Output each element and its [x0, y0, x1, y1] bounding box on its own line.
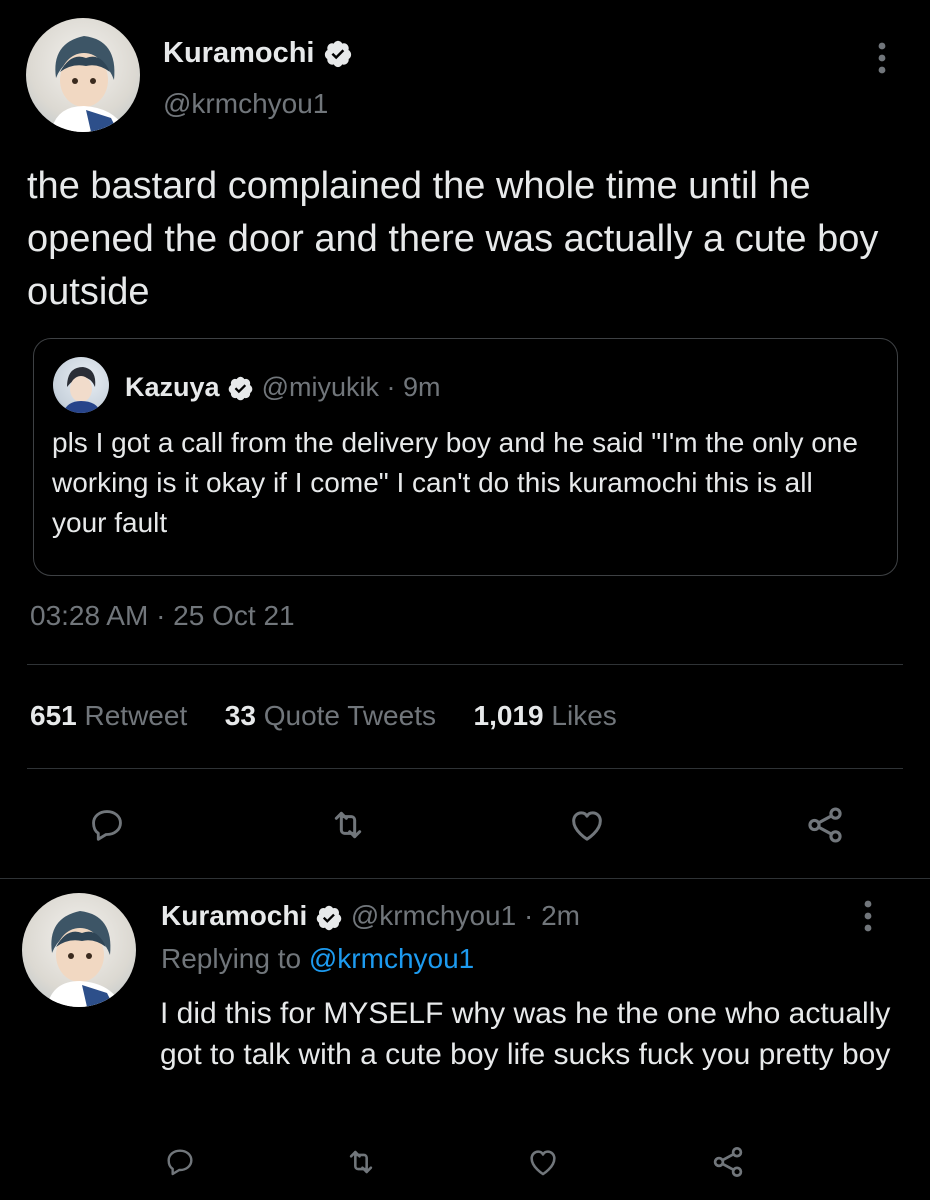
quote-count: 33 [224, 700, 256, 731]
like-label: Likes [551, 700, 617, 731]
retweet-label: Retweet [84, 700, 188, 731]
divider [0, 878, 930, 879]
more-vertical-icon[interactable] [866, 38, 898, 78]
main-tweet-text: the bastard complained the whole time un… [27, 165, 879, 313]
retweet-icon[interactable] [339, 1140, 383, 1184]
retweet-stat[interactable]: 651 Retweet [30, 700, 195, 731]
retweet-icon[interactable] [322, 800, 374, 850]
share-icon[interactable] [800, 800, 850, 850]
quoted-tweet-card[interactable]: Kazuya @miyukik · 9m pls I got a call fr… [33, 338, 898, 576]
divider [27, 664, 903, 665]
verified-badge-icon [228, 377, 253, 401]
quote-stat[interactable]: 33 Quote Tweets [225, 700, 444, 731]
main-tweet-timestamp[interactable]: 03:28 AM · 25 Oct 21 [30, 600, 295, 632]
main-author-row: Kuramochi [163, 34, 353, 72]
reply-author-handle[interactable]: @krmchyou1 [351, 900, 516, 931]
quoted-author-row: Kazuya @miyukik · 9m [125, 369, 441, 405]
quoted-author-name[interactable]: Kazuya [125, 372, 220, 402]
quoted-tweet-text: pls I got a call from the delivery boy a… [52, 427, 858, 538]
verified-badge-icon [316, 905, 342, 930]
main-author-name[interactable]: Kuramochi [163, 37, 314, 69]
reply-author-name[interactable]: Kuramochi [161, 900, 307, 931]
like-stat[interactable]: 1,019 Likes [474, 700, 617, 731]
quoted-author-avatar[interactable] [53, 357, 109, 413]
more-vertical-icon[interactable] [852, 896, 884, 936]
main-author-handle[interactable]: @krmchyou1 [163, 88, 328, 120]
reply-icon[interactable] [158, 1140, 202, 1184]
replying-to-handle[interactable]: @krmchyou1 [309, 943, 474, 974]
reply-author-avatar[interactable] [22, 893, 136, 1007]
main-author-avatar[interactable] [26, 18, 140, 132]
quoted-author-handle[interactable]: @miyukik [262, 372, 379, 402]
reply-tweet-text: I did this for MYSELF why was he the one… [160, 997, 891, 1071]
verified-badge-icon [324, 41, 351, 68]
replying-to-label: Replying to [161, 943, 302, 974]
heart-icon[interactable] [562, 800, 612, 850]
like-count: 1,019 [473, 700, 544, 731]
reply-time: · 2m [523, 900, 580, 931]
retweet-count: 651 [30, 700, 77, 731]
divider [27, 768, 903, 769]
reply-icon[interactable] [82, 800, 132, 850]
share-icon[interactable] [706, 1140, 750, 1184]
stats-row: 651 Retweet 33 Quote Tweets 1,019 Likes [30, 700, 617, 732]
replying-to-row: Replying to @krmchyou1 [161, 940, 474, 978]
reply-author-row: Kuramochi @krmchyou1 · 2m [161, 897, 580, 935]
quote-label: Quote Tweets [263, 700, 436, 731]
heart-icon[interactable] [521, 1140, 565, 1184]
quoted-time: · 9m [386, 372, 441, 402]
